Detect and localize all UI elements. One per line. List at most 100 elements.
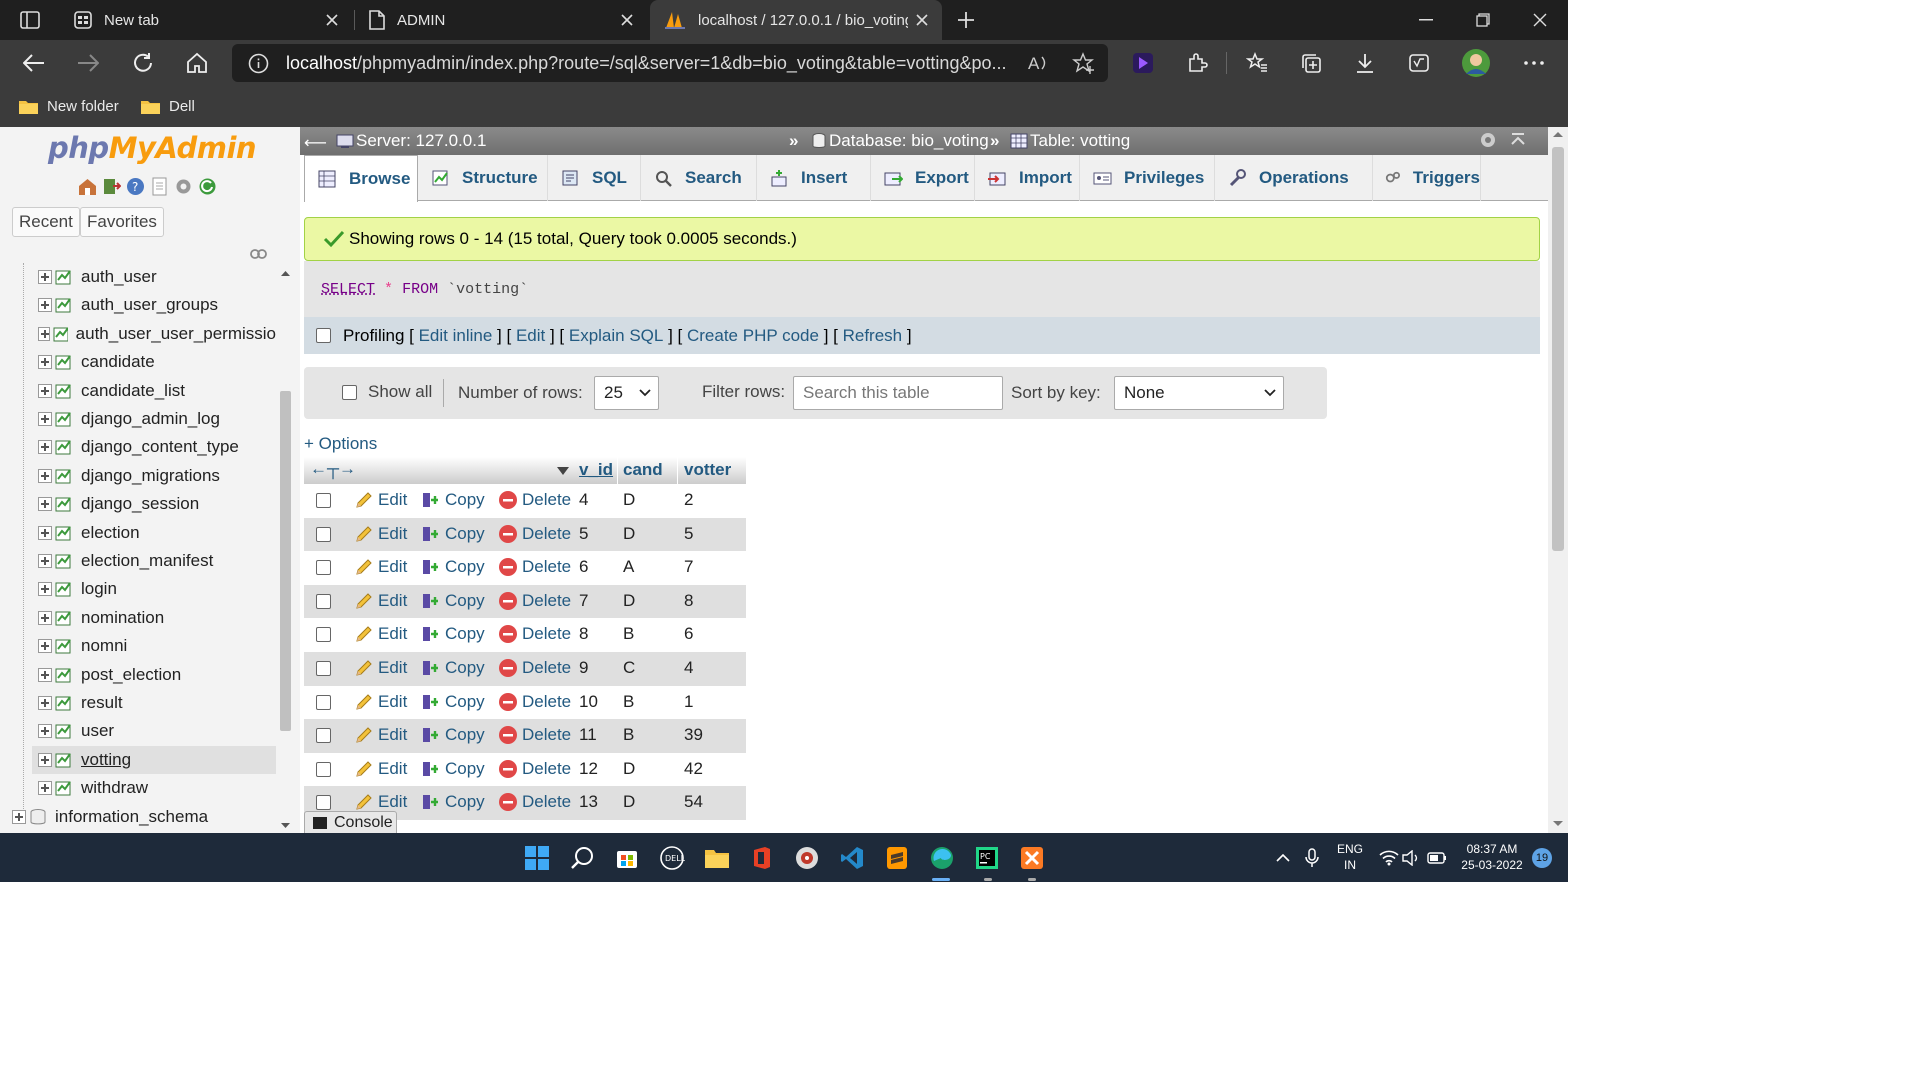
expand-plus-icon[interactable] [38,781,52,796]
delete-row-button[interactable]: Delete [498,591,571,611]
phpmyadmin-logo[interactable]: phpMyAdmin [48,131,257,165]
cell-v-id[interactable]: 7 [579,591,588,611]
tab-actions-icon[interactable] [14,4,46,36]
edit-link[interactable]: Edit [516,326,545,346]
row-checkbox[interactable] [316,560,331,576]
copy-row-button[interactable]: Copy [421,759,485,779]
cell-v-id[interactable]: 8 [579,624,588,644]
edit-row-button[interactable]: Edit [354,524,407,544]
expand-plus-icon[interactable] [38,724,52,739]
expand-plus-icon[interactable] [38,525,52,540]
collapse-top-icon[interactable] [1510,132,1526,148]
cell-v-id[interactable]: 5 [579,524,588,544]
vscode-icon[interactable] [835,841,869,875]
profiling-checkbox[interactable] [316,328,331,343]
nav-database-item[interactable]: information_schema [6,803,250,831]
cell-cand[interactable]: C [623,658,635,678]
expand-plus-icon[interactable] [38,582,52,597]
cell-votter[interactable]: 39 [684,725,703,745]
settings-gear-icon[interactable] [174,177,193,196]
extensions-puzzle-icon[interactable] [1181,47,1213,79]
downloads-icon[interactable] [1349,47,1381,79]
tab-sql[interactable]: SQL [548,155,641,201]
copy-row-button[interactable]: Copy [421,490,485,510]
reload-icon[interactable] [198,177,217,196]
more-options-icon[interactable] [1518,47,1550,79]
expand-plus-icon[interactable] [38,355,52,370]
read-aloud-icon[interactable]: A [1028,52,1050,74]
edit-row-button[interactable]: Edit [354,490,407,510]
copy-row-button[interactable]: Copy [421,624,485,644]
expand-plus-icon[interactable] [38,383,52,398]
tab-triggers[interactable]: Triggers [1373,155,1481,201]
new-tab-plus-icon[interactable] [950,4,982,36]
close-icon[interactable] [322,10,342,30]
store-icon[interactable] [610,841,644,875]
bookmark-new-folder[interactable]: New folder [18,94,119,118]
expand-plus-icon[interactable] [38,298,52,313]
cell-cand[interactable]: D [623,759,635,779]
options-link[interactable]: + Options [304,434,377,454]
row-checkbox[interactable] [316,694,331,710]
delete-row-button[interactable]: Delete [498,759,571,779]
language-indicator[interactable]: ENG IN [1332,841,1368,873]
edit-row-button[interactable]: Edit [354,624,407,644]
nav-table-item[interactable]: nomination [32,604,276,632]
clock[interactable]: 08:37 AM 25-03-2022 [1452,841,1532,873]
edit-row-button[interactable]: Edit [354,792,407,812]
nav-table-item[interactable]: votting [32,745,276,774]
minimize-icon[interactable] [1398,0,1454,40]
profile-avatar-icon[interactable] [1460,47,1492,79]
extension-icon[interactable] [1127,47,1159,79]
expand-plus-icon[interactable] [38,270,52,284]
edit-row-button[interactable]: Edit [354,591,407,611]
breadcrumb-server[interactable]: Server: 127.0.0.1 [336,131,486,151]
favorites-icon[interactable] [1241,47,1273,79]
cell-votter[interactable]: 7 [684,557,693,577]
cell-cand[interactable]: D [623,792,635,812]
cell-v-id[interactable]: 10 [579,692,598,712]
sort-by-key-select[interactable]: None [1114,376,1284,410]
help-icon[interactable]: ? [126,177,145,196]
delete-row-button[interactable]: Delete [498,725,571,745]
expand-plus-icon[interactable] [38,696,52,710]
nav-scrollbar[interactable] [278,267,293,833]
copy-row-button[interactable]: Copy [421,725,485,745]
nav-table-item[interactable]: django_content_type [32,433,276,461]
address-bar[interactable]: localhost/phpmyadmin/index.php?route=/sq… [232,44,1108,82]
delete-row-button[interactable]: Delete [498,658,571,678]
cell-cand[interactable]: A [623,557,634,577]
column-header-v-id[interactable]: v_id [579,460,613,480]
row-checkbox[interactable] [316,795,331,811]
battery-icon[interactable] [1420,841,1454,875]
cell-cand[interactable]: D [623,524,635,544]
breadcrumb-database[interactable]: Database: bio_voting [812,131,989,151]
edit-inline-link[interactable]: Edit inline [419,326,493,346]
nav-table-item[interactable]: election_manifest [32,547,276,575]
edit-row-button[interactable]: Edit [354,692,407,712]
edit-row-button[interactable]: Edit [354,658,407,678]
tab-admin[interactable]: ADMIN [355,0,647,40]
nav-table-item[interactable]: auth_user_groups [32,291,276,319]
expand-plus-icon[interactable] [38,752,52,767]
row-checkbox[interactable] [316,661,331,676]
nav-table-item[interactable]: django_session [32,490,276,518]
site-info-icon[interactable] [248,53,269,74]
cell-votter[interactable]: 2 [684,490,693,510]
close-window-icon[interactable] [1512,0,1568,40]
tab-import[interactable]: Import [975,155,1080,201]
collections-icon[interactable] [1295,47,1327,79]
delete-row-button[interactable]: Delete [498,692,571,712]
nav-table-item[interactable]: nomni [32,632,276,660]
nav-tab-favorites[interactable]: Favorites [80,207,164,237]
tab-phpmyadmin[interactable]: localhost / 127.0.0.1 / bio_voting [650,0,942,40]
row-checkbox[interactable] [316,761,331,777]
edit-row-button[interactable]: Edit [354,759,407,779]
notification-badge[interactable]: 19 [1532,848,1552,868]
sort-down-icon[interactable] [556,466,570,476]
math-solver-icon[interactable] [1403,47,1435,79]
refresh-icon[interactable] [127,47,159,79]
restore-icon[interactable] [1455,0,1511,40]
copy-row-button[interactable]: Copy [421,557,485,577]
cell-v-id[interactable]: 13 [579,792,598,812]
